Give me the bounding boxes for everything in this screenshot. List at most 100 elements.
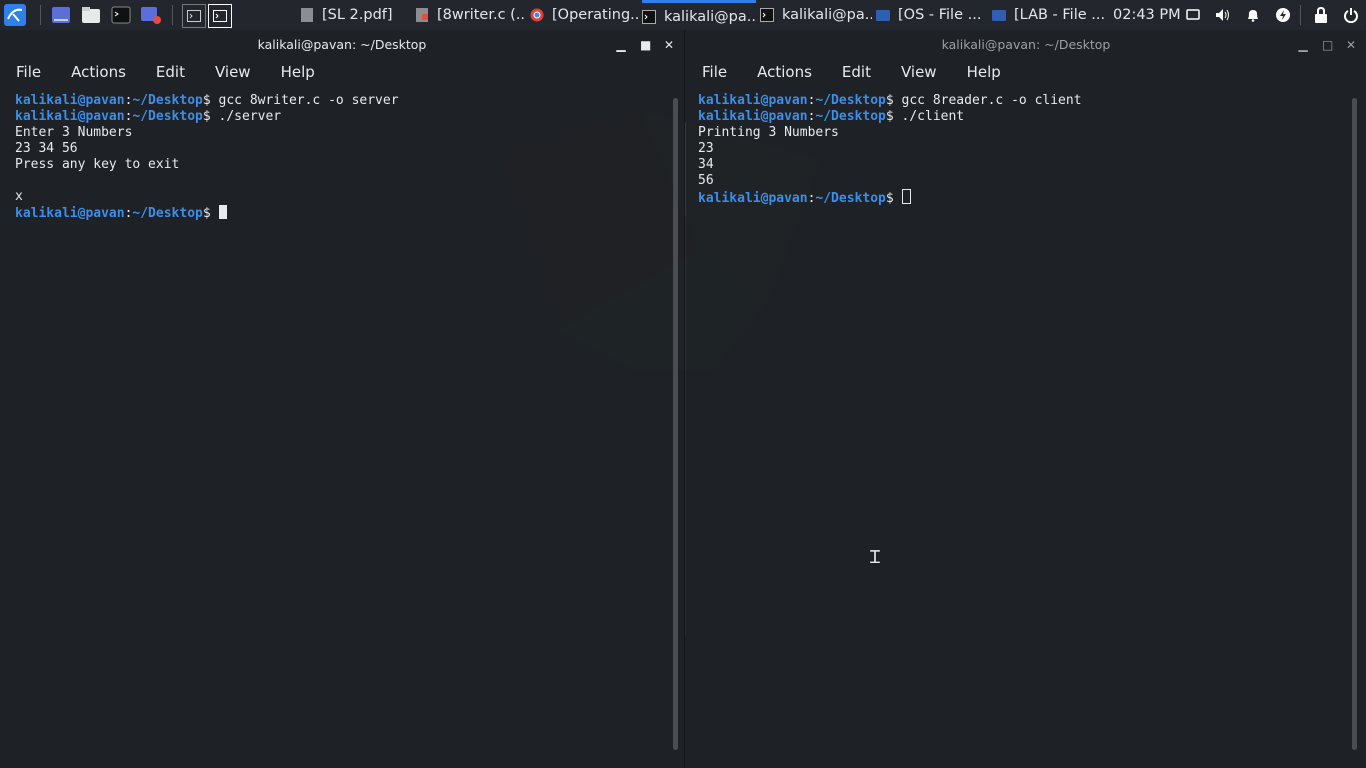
terminal-icon[interactable] (110, 4, 132, 26)
output-line: Enter 3 Numbers (15, 125, 399, 141)
menu-help[interactable]: Help (951, 60, 1015, 86)
close-icon[interactable]: ✕ (1346, 38, 1356, 52)
prompt-user: kalikali@pavan (698, 109, 808, 124)
workspace-2-icon[interactable] (208, 4, 232, 28)
menu-edit[interactable]: Edit (140, 60, 199, 86)
command-text (211, 206, 219, 221)
file-manager-icon[interactable] (80, 4, 102, 26)
output-line: 34 (698, 157, 1082, 173)
menu-help[interactable]: Help (265, 60, 329, 86)
window-controls: ▁ ■ ✕ (616, 30, 674, 60)
command-text: ./client (893, 109, 965, 124)
workspace-1-icon[interactable] (182, 4, 206, 28)
taskbar-item-8writer[interactable]: [8writer.c (... (415, 0, 525, 30)
notification-bell-icon[interactable] (1242, 4, 1264, 26)
taskbar-item-terminal-1[interactable]: kalikali@pa... (642, 0, 756, 30)
close-icon[interactable]: ✕ (664, 38, 674, 52)
taskbar-item-operating[interactable]: [Operating... (530, 0, 638, 30)
prompt-dollar: $ (885, 191, 894, 206)
output-line: 56 (698, 173, 1082, 189)
output-text: 23 34 56 (15, 141, 78, 156)
terminal-cursor (901, 189, 911, 204)
prompt-line: kalikali@pavan:~/Desktop$ ./client (698, 109, 1082, 125)
terminal-output[interactable]: kalikali@pavan:~/Desktop$ gcc 8writer.c … (15, 93, 399, 221)
prompt-path: ~/Desktop (132, 93, 203, 108)
output-text: 56 (698, 173, 714, 188)
power-icon[interactable] (1272, 4, 1294, 26)
terminal-output[interactable]: kalikali@pavan:~/Desktop$ gcc 8reader.c … (698, 93, 1082, 206)
prompt-dollar: $ (202, 109, 211, 124)
menu-view[interactable]: View (885, 60, 951, 86)
command-text (894, 191, 902, 206)
terminal-window-server[interactable]: kalikali@pavan: ~/Desktop ▁ ■ ✕ File Act… (0, 30, 685, 768)
display-icon[interactable] (1182, 4, 1204, 26)
prompt-user: kalikali@pavan (15, 109, 125, 124)
minimize-icon[interactable]: ▁ (1298, 38, 1308, 52)
prompt-dollar: $ (202, 93, 211, 108)
text-cursor-icon: Ɪ (870, 549, 880, 567)
output-text: 23 (698, 141, 714, 156)
prompt-line: kalikali@pavan:~/Desktop$ (15, 205, 399, 221)
command-text: gcc 8reader.c -o client (893, 93, 1082, 108)
menu-view[interactable]: View (199, 60, 265, 86)
maximize-icon[interactable]: □ (1322, 38, 1333, 52)
taskbar-separator (172, 5, 173, 25)
prompt-path: ~/Desktop (815, 191, 886, 206)
kali-menu-icon[interactable] (4, 4, 26, 26)
menu-file[interactable]: File (686, 60, 741, 86)
prompt-user: kalikali@pavan (698, 93, 808, 108)
output-line: 23 (698, 141, 1082, 157)
taskbar: [SL 2.pdf] [8writer.c (... [Operating...… (0, 0, 1366, 30)
prompt-path: ~/Desktop (132, 206, 203, 221)
clock[interactable]: 02:43 PM (1113, 0, 1183, 30)
menubar: File Actions Edit View Help (0, 60, 329, 86)
window-controls: ▁ □ ✕ (1298, 30, 1356, 60)
prompt-path: ~/Desktop (132, 109, 203, 124)
prompt-line: kalikali@pavan:~/Desktop$ ./server (15, 109, 399, 125)
output-text: x (15, 189, 23, 204)
screen-recorder-icon[interactable] (140, 4, 162, 26)
output-line: Printing 3 Numbers (698, 125, 1082, 141)
output-text: 34 (698, 157, 714, 172)
taskbar-item-lab-files[interactable]: [LAB - File ... (992, 0, 1104, 30)
taskbar-item-terminal-2[interactable]: kalikali@pa... (760, 0, 872, 30)
prompt-line: kalikali@pavan:~/Desktop$ gcc 8reader.c … (698, 93, 1082, 109)
desktop-icon[interactable] (50, 4, 72, 26)
terminal-cursor (218, 205, 227, 219)
prompt-path: ~/Desktop (815, 109, 886, 124)
menu-edit[interactable]: Edit (826, 60, 885, 86)
menu-actions[interactable]: Actions (741, 60, 826, 86)
output-text: Press any key to exit (15, 157, 180, 172)
volume-icon[interactable] (1212, 4, 1234, 26)
taskbar-separator (40, 5, 41, 25)
menu-file[interactable]: File (0, 60, 55, 86)
window-title: kalikali@pavan: ~/Desktop (257, 37, 427, 52)
taskbar-separator (1300, 5, 1301, 25)
output-line: x (15, 189, 399, 205)
logout-icon[interactable] (1340, 4, 1362, 26)
prompt-dollar: $ (202, 206, 211, 221)
prompt-line: kalikali@pavan:~/Desktop$ (698, 189, 1082, 206)
scrollbar[interactable] (673, 98, 678, 750)
terminal-window-client[interactable]: kalikali@pavan: ~/Desktop ▁ □ ✕ File Act… (686, 30, 1366, 768)
prompt-dollar: $ (885, 93, 894, 108)
command-text: gcc 8writer.c -o server (210, 93, 399, 108)
taskbar-item-os-files[interactable]: [OS - File ... (876, 0, 984, 30)
prompt-line: kalikali@pavan:~/Desktop$ gcc 8writer.c … (15, 93, 399, 109)
prompt-dollar: $ (885, 109, 894, 124)
prompt-path: ~/Desktop (815, 93, 886, 108)
minimize-icon[interactable]: ▁ (616, 38, 626, 52)
menu-actions[interactable]: Actions (55, 60, 140, 86)
window-title: kalikali@pavan: ~/Desktop (941, 37, 1111, 52)
maximize-icon[interactable]: ■ (640, 38, 651, 52)
prompt-user: kalikali@pavan (698, 191, 808, 206)
output-text: Enter 3 Numbers (15, 125, 133, 140)
menubar: File Actions Edit View Help (686, 60, 1015, 86)
output-text: Printing 3 Numbers (698, 125, 839, 140)
taskbar-item-sl2-pdf[interactable]: [SL 2.pdf] (300, 0, 400, 30)
prompt-user: kalikali@pavan (15, 93, 125, 108)
lock-icon[interactable] (1310, 4, 1332, 26)
prompt-user: kalikali@pavan (15, 206, 125, 221)
scrollbar[interactable] (1352, 98, 1357, 750)
